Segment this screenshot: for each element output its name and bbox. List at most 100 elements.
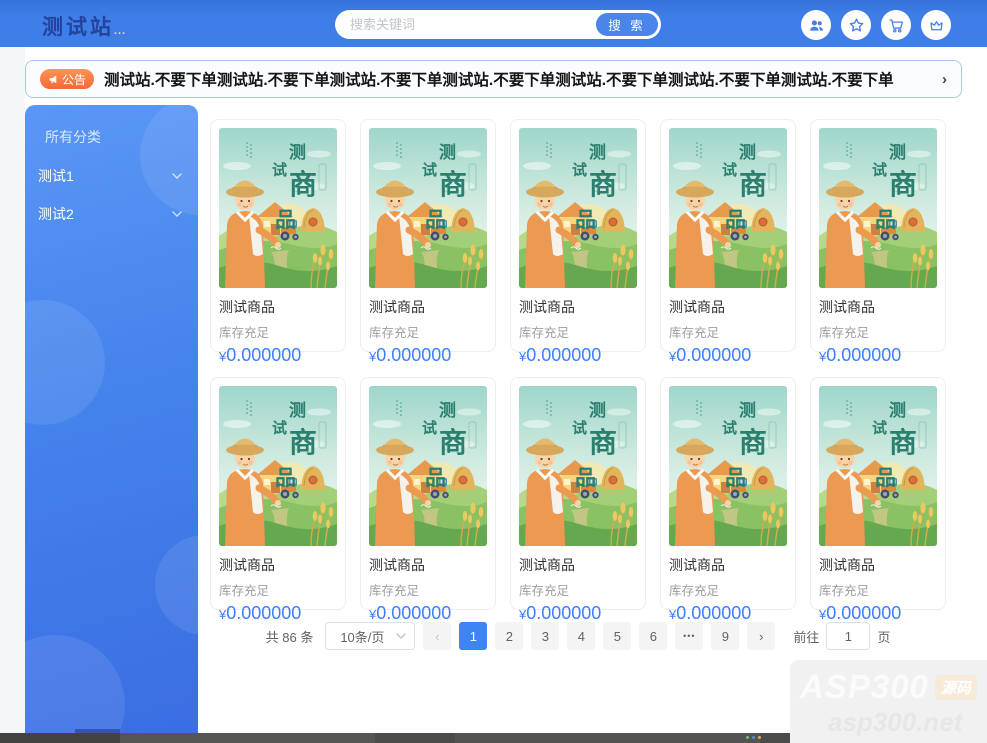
next-page-button[interactable]: › [747, 622, 775, 650]
sidebar-category-item[interactable]: 测试2 [25, 195, 198, 233]
svg-text:测: 测 [289, 142, 306, 162]
page-button[interactable]: 9 [711, 622, 739, 650]
product-illustration: 测 试 商 品 [519, 128, 637, 288]
bottom-bar-dot [746, 736, 749, 739]
search-bar: 搜 索 [335, 10, 661, 39]
product-card[interactable]: 测 试 商 品 测试商品 库存充足 ¥0.000000 [210, 119, 346, 352]
star-icon-glyph [848, 17, 865, 34]
svg-text:商: 商 [589, 169, 617, 200]
star-icon[interactable] [841, 10, 871, 40]
svg-text:试: 试 [572, 419, 587, 437]
svg-text:测: 测 [739, 400, 756, 420]
goto-suffix: 页 [877, 627, 890, 646]
site-logo[interactable]: 测试站... [42, 11, 126, 41]
product-image: 测 试 商 品 [819, 386, 937, 546]
product-price: ¥0.000000 [819, 345, 937, 366]
bottom-bar-segment [455, 733, 760, 743]
bottom-bar-dot [752, 736, 755, 739]
search-button[interactable]: 搜 索 [596, 13, 658, 36]
svg-text:测: 测 [889, 400, 906, 420]
prev-page-button[interactable]: ‹ [423, 622, 451, 650]
announcement-next-icon[interactable]: › [932, 71, 947, 88]
svg-text:商: 商 [439, 169, 467, 200]
product-card[interactable]: 测 试 商 品 测试商品 库存充足 ¥0.000000 [810, 119, 946, 352]
crown-icon[interactable] [921, 10, 951, 40]
product-image: 测 试 商 品 [369, 386, 487, 546]
watermark-title: ASP300 [800, 668, 929, 706]
product-stock: 库存充足 [219, 322, 337, 341]
svg-text:商: 商 [889, 427, 917, 458]
product-title: 测试商品 [519, 297, 637, 317]
product-card[interactable]: 测 试 商 品 测试商品 库存充足 ¥0.000000 [210, 377, 346, 610]
svg-text:品: 品 [875, 467, 896, 490]
svg-text:品: 品 [575, 209, 596, 232]
search-input[interactable] [335, 17, 596, 32]
product-image: 测 试 商 品 [219, 128, 337, 288]
crown-icon-glyph [928, 17, 945, 34]
price-amount: 0.000000 [676, 603, 751, 623]
page-button[interactable]: 4 [567, 622, 595, 650]
svg-text:试: 试 [272, 419, 287, 437]
product-card[interactable]: 测 试 商 品 测试商品 库存充足 ¥0.000000 [510, 377, 646, 610]
cart-icon[interactable] [881, 10, 911, 40]
page-size-select[interactable]: 10条/页 [325, 622, 415, 650]
svg-text:试: 试 [872, 419, 887, 437]
price-amount: 0.000000 [526, 603, 601, 623]
product-card[interactable]: 测 试 商 品 测试商品 库存充足 ¥0.000000 [360, 377, 496, 610]
sidebar-category-item[interactable]: 测试1 [25, 157, 198, 195]
product-price: ¥0.000000 [369, 345, 487, 366]
svg-text:试: 试 [422, 419, 437, 437]
product-image: 测 试 商 品 [519, 128, 637, 288]
product-card[interactable]: 测 试 商 品 测试商品 库存充足 ¥0.000000 [660, 377, 796, 610]
product-title: 测试商品 [669, 555, 787, 575]
watermark-url: asp300.net [800, 707, 987, 738]
product-card[interactable]: 测 试 商 品 测试商品 库存充足 ¥0.000000 [810, 377, 946, 610]
svg-text:商: 商 [739, 427, 767, 458]
svg-text:商: 商 [439, 427, 467, 458]
price-amount: 0.000000 [226, 603, 301, 623]
decor-bubble [25, 635, 125, 743]
product-title: 测试商品 [669, 297, 787, 317]
watermark: ASP300 源码 asp300.net [790, 660, 987, 743]
page-button[interactable]: 3 [531, 622, 559, 650]
product-illustration: 测 试 商 品 [369, 386, 487, 546]
svg-text:品: 品 [425, 467, 446, 490]
svg-text:品: 品 [725, 209, 746, 232]
product-card[interactable]: 测 试 商 品 测试商品 库存充足 ¥0.000000 [510, 119, 646, 352]
goto-page-input[interactable] [826, 622, 870, 650]
product-title: 测试商品 [369, 555, 487, 575]
goto-prefix: 前往 [793, 627, 819, 646]
users-icon[interactable] [801, 10, 831, 40]
product-card[interactable]: 测 试 商 品 测试商品 库存充足 ¥0.000000 [360, 119, 496, 352]
product-stock: 库存充足 [819, 322, 937, 341]
product-card[interactable]: 测 试 商 品 测试商品 库存充足 ¥0.000000 [660, 119, 796, 352]
product-title: 测试商品 [369, 297, 487, 317]
svg-text:商: 商 [289, 169, 317, 200]
product-stock: 库存充足 [519, 580, 637, 599]
users-icon-glyph [808, 17, 825, 34]
page-list: 123456 ••• 9 [459, 622, 739, 650]
page-button[interactable]: 1 [459, 622, 487, 650]
product-stock: 库存充足 [669, 322, 787, 341]
svg-text:品: 品 [575, 467, 596, 490]
page-button[interactable]: 6 [639, 622, 667, 650]
logo-dots: ... [114, 25, 126, 37]
page-button[interactable]: 5 [603, 622, 631, 650]
product-grid: 测 试 商 品 测试商品 库存充足 ¥0.000000 [210, 119, 946, 610]
product-title: 测试商品 [819, 297, 937, 317]
page-ellipsis-button[interactable]: ••• [675, 622, 703, 650]
product-stock: 库存充足 [819, 580, 937, 599]
decor-bubble [25, 300, 105, 425]
svg-text:测: 测 [439, 142, 456, 162]
svg-text:商: 商 [889, 169, 917, 200]
product-title: 测试商品 [219, 297, 337, 317]
product-price: ¥0.000000 [369, 603, 487, 624]
left-gutter [0, 47, 25, 743]
price-amount: 0.000000 [526, 345, 601, 365]
product-title: 测试商品 [819, 555, 937, 575]
product-price: ¥0.000000 [519, 603, 637, 624]
megaphone-icon [48, 74, 59, 85]
cart-icon-glyph [888, 17, 905, 34]
svg-text:试: 试 [872, 161, 887, 179]
page-button[interactable]: 2 [495, 622, 523, 650]
